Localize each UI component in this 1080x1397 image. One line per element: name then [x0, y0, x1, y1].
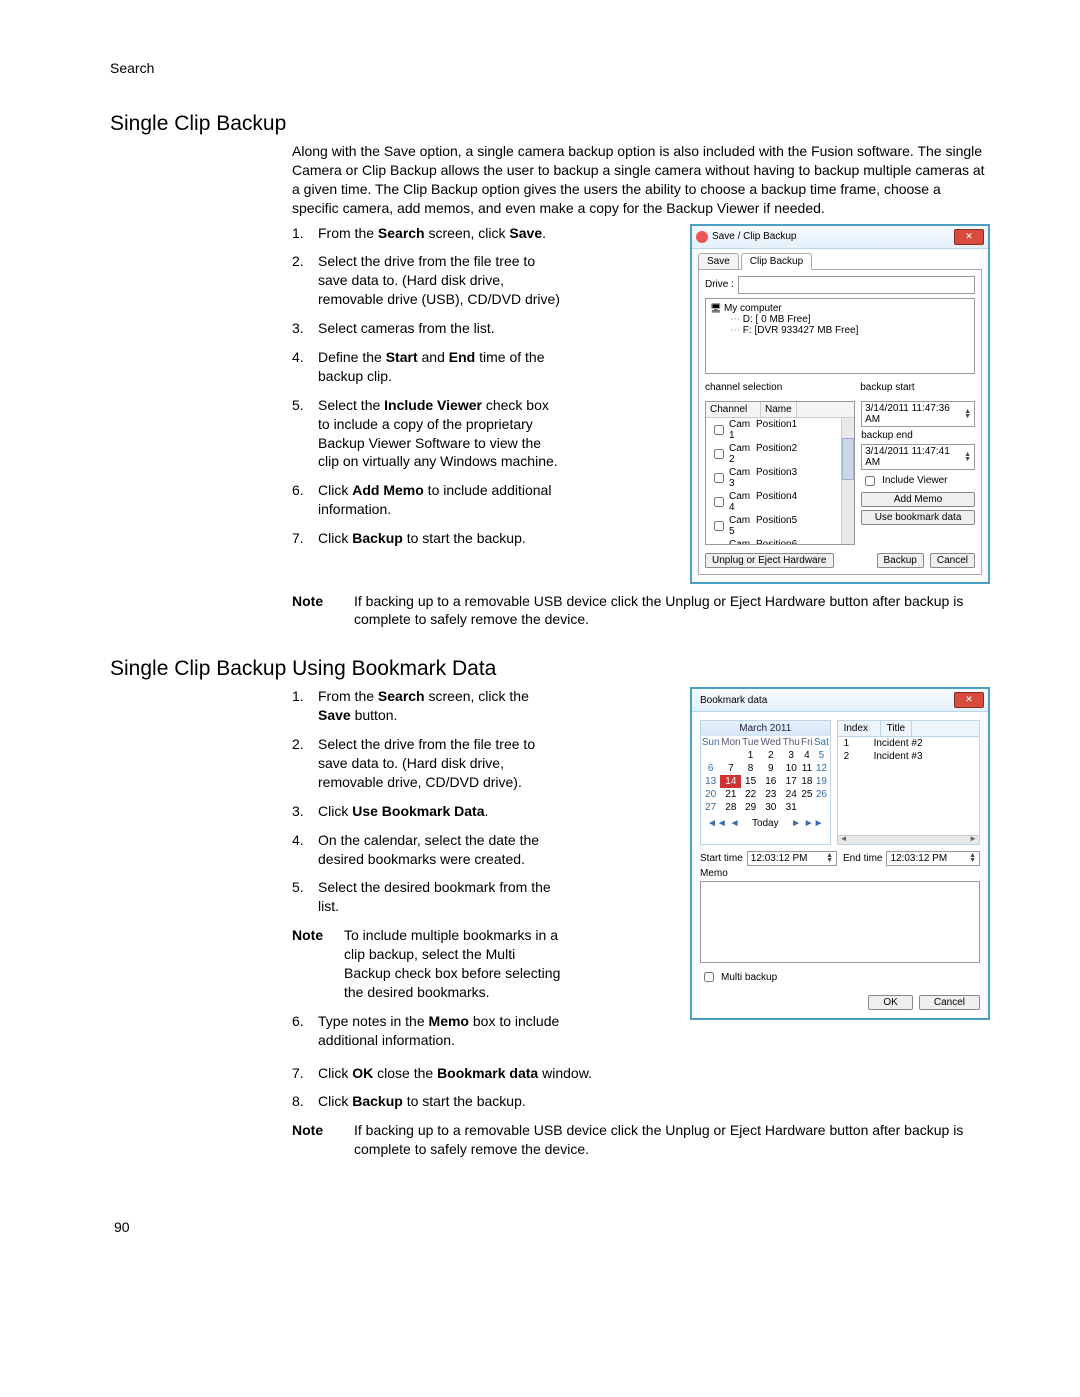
backup-start-field[interactable]: 3/14/2011 11:47:36 AM▲▼ [861, 401, 975, 427]
steps-list-2: 1.From the Search screen, click the Save… [292, 687, 562, 1049]
bookmark-row[interactable]: 1Incident #2 [838, 737, 979, 750]
memo-textarea[interactable] [700, 881, 980, 963]
tree-root[interactable]: My computer [710, 303, 970, 314]
channel-row[interactable]: Cam 2Position2 [706, 442, 854, 466]
bookmark-list[interactable]: IndexTitle 1Incident #22Incident #3 [837, 720, 980, 845]
heading-single-clip-backup: Single Clip Backup [110, 112, 990, 136]
memo-label: Memo [700, 868, 980, 879]
start-time-field[interactable]: 12:03:12 PM▲▼ [747, 851, 837, 866]
bookmark-data-dialog: Bookmark data ✕ March 2011 SunMonTueWedT… [690, 687, 990, 1020]
ok-button[interactable]: OK [868, 995, 912, 1010]
app-icon [696, 231, 708, 243]
scrollbar[interactable] [841, 418, 854, 544]
backup-button[interactable]: Backup [877, 553, 924, 568]
calendar-month: March 2011 [701, 721, 830, 736]
tab-clip-backup[interactable]: Clip Backup [741, 253, 812, 270]
save-clip-backup-dialog: Save / Clip Backup ✕ Save Clip Backup Dr… [690, 224, 990, 584]
drive-label: Drive : [705, 279, 734, 290]
drive-tree[interactable]: My computer D: [ 0 MB Free] F: [DVR 9334… [705, 298, 975, 374]
unplug-eject-button[interactable]: Unplug or Eject Hardware [705, 553, 834, 568]
steps-list-1: 1.From the Search screen, click Save. 2.… [292, 224, 562, 548]
calendar[interactable]: March 2011 SunMonTueWedThuFriSat12345678… [700, 720, 831, 845]
calendar-next[interactable]: ► ►► [791, 818, 823, 829]
channel-row[interactable]: Cam 4Position4 [706, 490, 854, 514]
add-memo-button[interactable]: Add Memo [861, 492, 975, 507]
dialog-title: Save / Clip Backup [712, 231, 954, 242]
cancel-button[interactable]: Cancel [930, 553, 975, 568]
channel-row[interactable]: Cam 3Position3 [706, 466, 854, 490]
heading-bookmark-backup: Single Clip Backup Using Bookmark Data [110, 657, 990, 681]
channel-row[interactable]: Cam 1Position1 [706, 418, 854, 442]
dialog-title: Bookmark data [700, 695, 954, 706]
header-section: Search [110, 60, 990, 76]
close-icon[interactable]: ✕ [954, 229, 984, 245]
channel-row[interactable]: Cam 6Position6 [706, 538, 854, 544]
multi-backup-checkbox[interactable]: Multi backup [700, 969, 980, 985]
cancel-button[interactable]: Cancel [919, 995, 980, 1010]
channel-selection-label: channel selection [705, 382, 854, 393]
scrollbar[interactable] [838, 835, 979, 844]
drive-input[interactable] [738, 276, 975, 294]
close-icon[interactable]: ✕ [954, 692, 984, 708]
note-2: Note If backing up to a removable USB de… [292, 1121, 990, 1159]
calendar-prev[interactable]: ◄◄ ◄ [707, 818, 739, 829]
calendar-today[interactable]: Today [752, 818, 779, 829]
end-time-label: End time [843, 853, 882, 864]
backup-end-field[interactable]: 3/14/2011 11:47:41 AM▲▼ [861, 444, 975, 470]
use-bookmark-button[interactable]: Use bookmark data [861, 510, 975, 525]
backup-start-label: backup start [860, 382, 975, 393]
steps-list-2b: 7.Click OK close the Bookmark data windo… [292, 1064, 990, 1112]
channel-list[interactable]: ChannelName Cam 1Position1Cam 2Position2… [705, 401, 855, 545]
channel-row[interactable]: Cam 5Position5 [706, 514, 854, 538]
tree-drive-f[interactable]: F: [DVR 933427 MB Free] [730, 325, 970, 336]
intro-paragraph: Along with the Save option, a single cam… [292, 142, 990, 218]
tab-save[interactable]: Save [698, 253, 739, 270]
page-number: 90 [114, 1219, 990, 1235]
start-time-label: Start time [700, 853, 743, 864]
include-viewer-checkbox[interactable]: Include Viewer [861, 473, 975, 489]
backup-end-label: backup end [861, 430, 975, 441]
inline-note: Note To include multiple bookmarks in a … [292, 926, 562, 1002]
note-1: Note If backing up to a removable USB de… [292, 592, 990, 630]
end-time-field[interactable]: 12:03:12 PM▲▼ [886, 851, 980, 866]
bookmark-row[interactable]: 2Incident #3 [838, 750, 979, 763]
tree-drive-d[interactable]: D: [ 0 MB Free] [730, 314, 970, 325]
